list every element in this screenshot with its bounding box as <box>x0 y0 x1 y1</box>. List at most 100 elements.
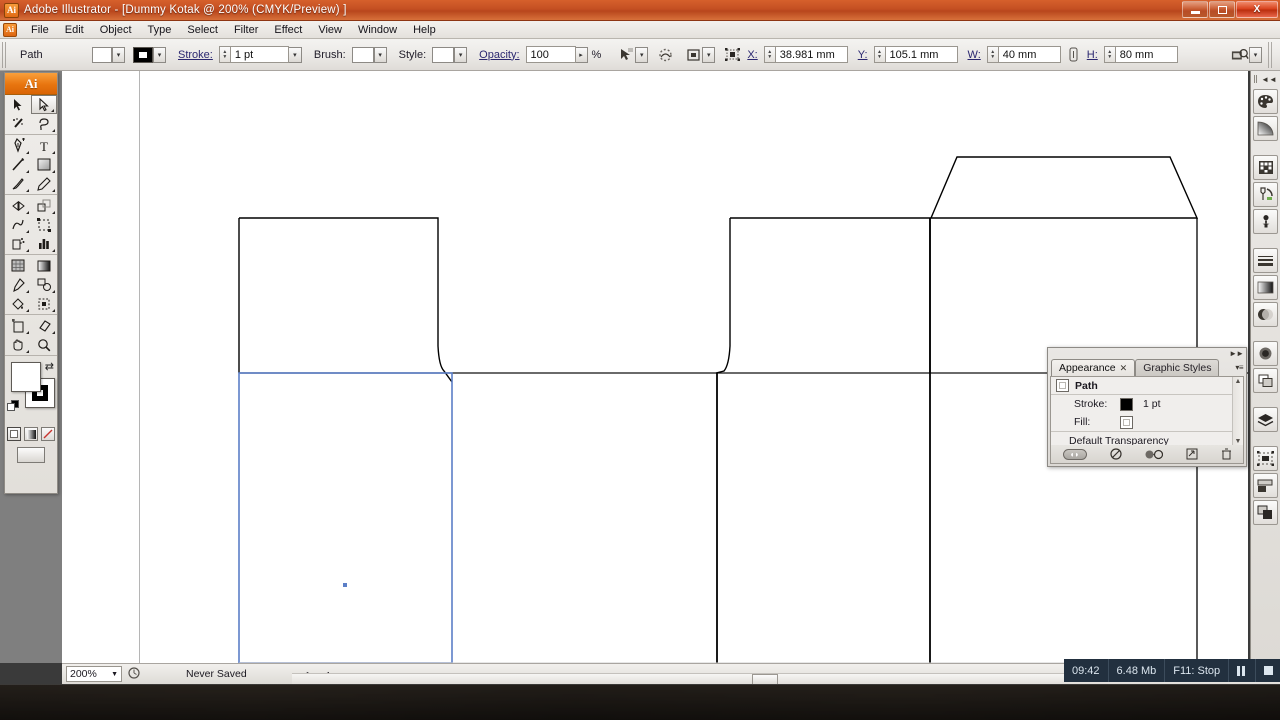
transform-icon[interactable] <box>684 46 702 64</box>
lasso-tool[interactable] <box>31 114 57 133</box>
appearance-stroke-row[interactable]: Stroke: 1 pt <box>1051 395 1243 413</box>
stroke-color-swatch[interactable] <box>133 46 153 63</box>
opacity-slider-icon[interactable]: ▸ <box>575 46 588 63</box>
menu-item-view[interactable]: View <box>310 22 350 38</box>
h-value[interactable]: 80 mm <box>1115 46 1178 63</box>
ai-document-icon[interactable]: Ai <box>3 22 17 37</box>
tab-appearance[interactable]: Appearance ✕ <box>1051 359 1136 376</box>
clear-appearance-button[interactable] <box>1109 448 1122 460</box>
line-segment-tool[interactable] <box>5 155 31 174</box>
isolate-selected-icon[interactable] <box>617 46 635 64</box>
panel-menu-icon[interactable]: ▾≡ <box>1235 363 1243 372</box>
stroke-weight-stepper[interactable]: ▲ ▼ <box>218 46 231 63</box>
free-transform-tool[interactable] <box>31 215 57 234</box>
minimize-button[interactable] <box>1182 1 1208 18</box>
color-mode-button[interactable] <box>7 427 21 441</box>
none-mode-button[interactable] <box>41 427 55 441</box>
pencil-tool[interactable] <box>31 174 57 193</box>
stroke-weight-label[interactable]: Stroke: <box>178 49 213 61</box>
menu-item-object[interactable]: Object <box>92 22 140 38</box>
pen-tool[interactable] <box>5 136 31 155</box>
swatches-panel-icon[interactable] <box>1253 155 1278 180</box>
menu-item-file[interactable]: File <box>23 22 57 38</box>
appearance-scrollbar[interactable]: ▲ ▼ <box>1232 377 1243 445</box>
delete-item-button[interactable] <box>1221 448 1232 460</box>
stroke-panel-icon[interactable] <box>1253 248 1278 273</box>
menu-item-window[interactable]: Window <box>350 22 405 38</box>
appearance-panel-icon[interactable] <box>1253 341 1278 366</box>
menu-item-filter[interactable]: Filter <box>226 22 266 38</box>
link-proportions-icon[interactable] <box>1065 46 1083 64</box>
document-setup-dropdown-icon[interactable]: ▾ <box>1249 46 1262 63</box>
y-value[interactable]: 105.1 mm <box>885 46 958 63</box>
y-stepper[interactable]: ▲ ▼ <box>873 46 886 63</box>
menu-item-select[interactable]: Select <box>179 22 226 38</box>
fill-color-swatch[interactable] <box>92 46 112 63</box>
control-bar-right-grip[interactable] <box>1268 41 1274 68</box>
pathfinder-panel-icon[interactable] <box>1253 368 1278 393</box>
appearance-transparency-row[interactable]: Default Transparency <box>1051 432 1243 445</box>
zoom-tool[interactable] <box>31 335 57 354</box>
blend-tool[interactable] <box>31 275 57 294</box>
style-dropdown-icon[interactable]: ▾ <box>454 46 468 63</box>
control-bar-grip[interactable] <box>2 41 8 68</box>
fill-swatch-dropdown-icon[interactable]: ▾ <box>112 46 125 63</box>
w-stepper[interactable]: ▲ ▼ <box>986 46 999 63</box>
brushes-panel-icon[interactable] <box>1253 182 1278 207</box>
transform-panel-icon[interactable] <box>1253 473 1278 498</box>
gradient-mode-button[interactable] <box>24 427 38 441</box>
mesh-tool[interactable] <box>5 256 31 275</box>
stroke-swatch-dropdown-icon[interactable]: ▾ <box>153 46 166 63</box>
anchor-points-icon[interactable] <box>723 46 741 64</box>
appearance-fill-row[interactable]: Fill: <box>1051 413 1243 431</box>
duplicate-item-button[interactable] <box>1145 449 1163 460</box>
x-value[interactable]: 38.981 mm <box>775 46 848 63</box>
document-setup-icon[interactable] <box>1231 46 1249 64</box>
h-stepper[interactable]: ▲ ▼ <box>1103 46 1116 63</box>
maximize-button[interactable] <box>1209 1 1235 18</box>
default-fill-stroke-icon[interactable] <box>7 400 19 412</box>
gradient2-panel-icon[interactable] <box>1253 275 1278 300</box>
live-paint-bucket-tool[interactable] <box>5 294 31 313</box>
scale-tool[interactable] <box>31 196 57 215</box>
rotate-tool[interactable] <box>5 196 31 215</box>
column-graph-tool[interactable] <box>31 234 57 253</box>
style-preview[interactable] <box>432 46 455 63</box>
type-tool[interactable]: T <box>31 136 57 155</box>
w-value[interactable]: 40 mm <box>998 46 1061 63</box>
recorder-pause-button[interactable] <box>1229 659 1257 682</box>
zoom-level-field[interactable]: 200% ▼ <box>66 666 122 682</box>
hand-tool[interactable] <box>5 335 31 354</box>
warp-tool[interactable] <box>5 215 31 234</box>
opacity-mask-icon[interactable] <box>656 46 674 64</box>
screen-mode-button[interactable] <box>5 444 57 468</box>
x-stepper[interactable]: ▲ ▼ <box>763 46 776 63</box>
layers-panel-icon[interactable] <box>1253 407 1278 432</box>
transparency-panel-icon[interactable] <box>1253 302 1278 327</box>
appearance-target-row[interactable]: Path <box>1051 377 1243 395</box>
panel-collapse-icon[interactable]: ►► <box>1229 349 1244 358</box>
crop-area-tool[interactable] <box>5 316 31 335</box>
scroll-down-icon[interactable]: ▼ <box>1235 438 1242 445</box>
fill-color-box[interactable] <box>11 362 41 392</box>
swap-fill-stroke-icon[interactable]: ⇄ <box>45 360 54 373</box>
zoom-level-dropdown-icon[interactable]: ▼ <box>111 671 118 678</box>
artboard-navigation-icon[interactable] <box>128 666 140 682</box>
close-tab-icon[interactable]: ✕ <box>1120 363 1128 374</box>
eyedropper-tool[interactable] <box>5 275 31 294</box>
stroke-weight-dropdown-icon[interactable]: ▾ <box>288 46 302 63</box>
transform-dropdown-icon[interactable]: ▾ <box>702 46 716 63</box>
color-panel-icon[interactable] <box>1253 89 1278 114</box>
opacity-label[interactable]: Opacity: <box>479 49 519 61</box>
gradient-tool[interactable] <box>31 256 57 275</box>
brush-dropdown-icon[interactable]: ▾ <box>373 46 387 63</box>
brush-preview[interactable] <box>351 46 374 63</box>
new-art-maintains-appearance-button[interactable] <box>1186 448 1198 460</box>
stroke-row-value[interactable]: 1 pt <box>1143 398 1161 410</box>
dock-expand-row[interactable]: ◄◄ <box>1251 73 1280 85</box>
isolate-dropdown-icon[interactable]: ▾ <box>635 46 649 63</box>
gradient-panel-icon[interactable] <box>1253 116 1278 141</box>
close-button[interactable]: X <box>1236 1 1278 18</box>
symbols-panel-icon[interactable] <box>1253 209 1278 234</box>
scroll-up-icon[interactable]: ▲ <box>1235 378 1242 385</box>
